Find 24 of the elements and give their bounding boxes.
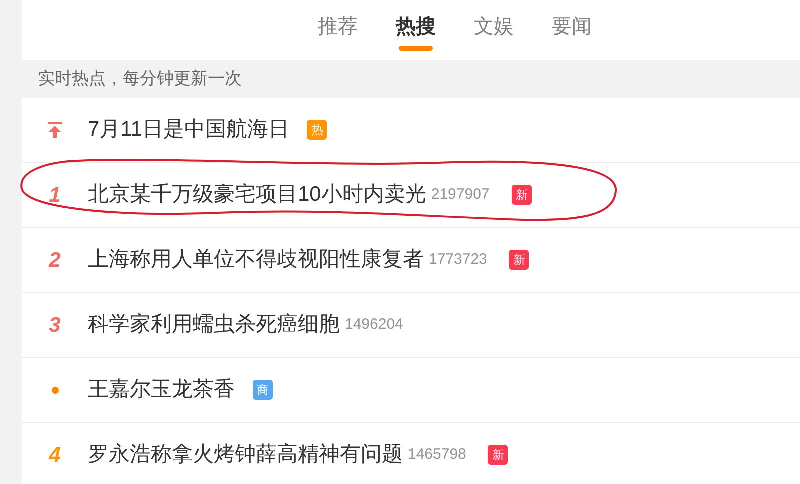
tab[interactable]: 推荐 [314, 0, 362, 53]
rank-number: 4 [49, 444, 61, 466]
rank-number: 3 [49, 314, 61, 336]
topic-link[interactable]: 上海称用人单位不得歧视阳性康复者 [88, 244, 424, 276]
topic-tag: 商 [253, 380, 273, 400]
topic-tag: 新 [512, 185, 532, 205]
search-count: 1773723 [429, 250, 488, 270]
rank-number: 1 [49, 184, 61, 206]
tab[interactable]: 要闻 [548, 0, 596, 53]
topic-tag: 新 [509, 250, 530, 270]
topic-link[interactable]: 罗永浩称拿火烤钟薛高精神有问题 [88, 439, 403, 471]
search-count: 1496204 [345, 314, 404, 335]
topic-tag: 新 [488, 445, 508, 465]
tab[interactable]: 热搜 [392, 0, 440, 53]
rank-number: 2 [49, 250, 61, 270]
topic-link[interactable]: 7月11日是中国航海日 [88, 114, 290, 146]
topic-link[interactable]: 科学家利用蠕虫杀死癌细胞 [88, 309, 340, 341]
notice-text: 实时热点，每分钟更新一次 [38, 68, 242, 90]
topic-link[interactable]: 北京某千万级豪宅项目10小时内卖光 [88, 179, 426, 211]
topic-tag: 热 [307, 120, 328, 140]
search-count: 2197907 [431, 184, 490, 205]
search-count: 1465798 [408, 444, 466, 465]
tab[interactable]: 文娱 [470, 0, 518, 53]
topic-link[interactable]: 王嘉尔玉龙茶香 [88, 374, 235, 406]
